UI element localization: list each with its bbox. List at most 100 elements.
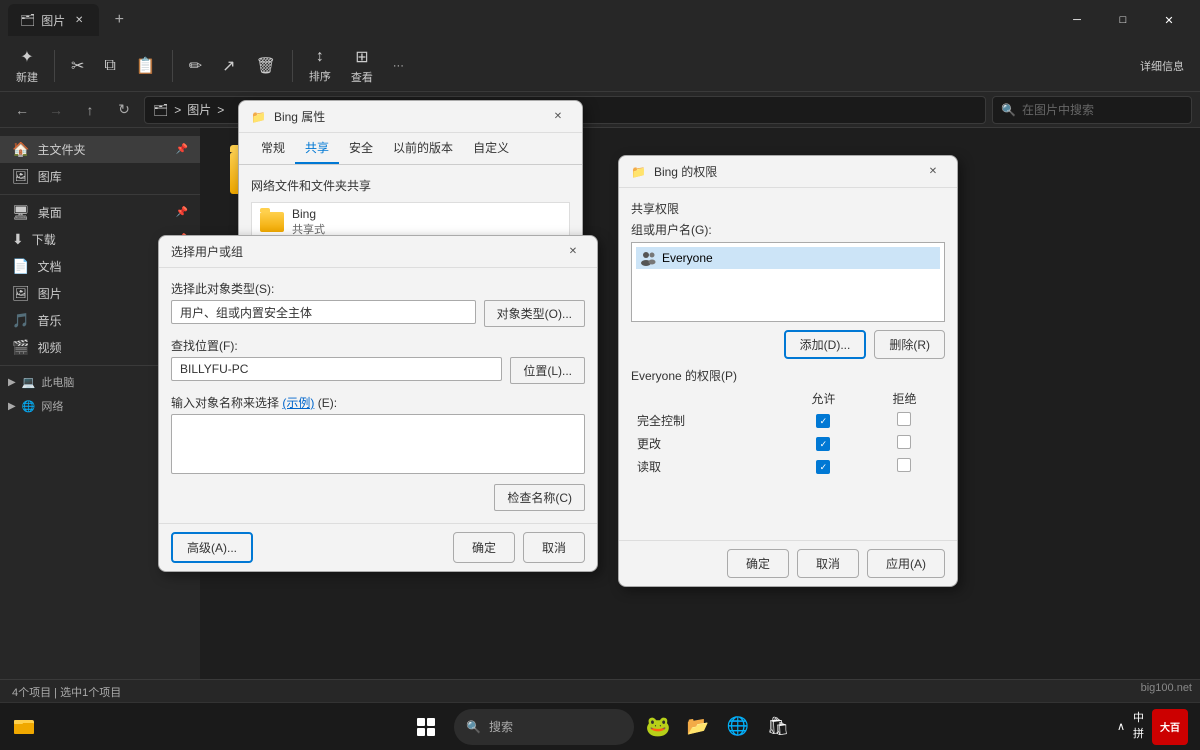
taskbar-store[interactable]: 🛍 — [762, 711, 794, 743]
home-label: 主文件夹 — [37, 141, 85, 158]
tray-chevron[interactable]: ∧ — [1117, 720, 1125, 733]
bing-permissions-dialog[interactable]: 📁 Bing 的权限 ✕ 共享权限 组或用户名(G): Everyone 添加(… — [618, 155, 958, 587]
music-icon: 🎵 — [12, 312, 29, 329]
perm-fullcontrol-deny[interactable] — [864, 409, 945, 432]
toolbar-sep-1 — [54, 50, 55, 82]
select-user-ok[interactable]: 确定 — [453, 532, 515, 563]
tab-custom[interactable]: 自定义 — [463, 133, 519, 164]
perm-folder-icon: 📁 — [631, 165, 646, 179]
add-perm-btn[interactable]: 添加(D)... — [784, 330, 867, 359]
nav-bar: ← → ↑ ↻ 🗂 > 图片 > 🔍 在图片中搜索 — [0, 92, 1200, 128]
select-user-close[interactable]: ✕ — [561, 240, 585, 264]
sidebar-item-home[interactable]: 🏠 主文件夹 📌 — [0, 136, 200, 163]
rename-btn[interactable]: ✏ — [181, 44, 210, 88]
object-input-row — [171, 414, 585, 474]
taskbar-frog[interactable]: 🐸 — [642, 711, 674, 743]
taskbar-explorer[interactable] — [8, 711, 40, 743]
watermark-text: big100.net — [1141, 682, 1192, 694]
obj-type-btn[interactable]: 对象类型(O)... — [484, 300, 585, 327]
perm-title: Bing 的权限 — [654, 163, 913, 180]
share-icon: ↗ — [222, 56, 235, 76]
taskbar-folder[interactable]: 📂 — [682, 711, 714, 743]
tray-icons: ∧ — [1117, 720, 1125, 733]
delete-btn[interactable]: 🗑 — [248, 44, 284, 88]
taskbar: 🔍 搜索 🐸 📂 🌐 🛍 ∧ 中 拼 大百 — [0, 702, 1200, 750]
taskbar-search[interactable]: 🔍 搜索 — [454, 709, 634, 745]
perm-read-allow[interactable]: ✓ — [783, 455, 864, 478]
downloads-icon: ⬇ — [12, 231, 24, 248]
perm-change-label: 更改 — [631, 432, 783, 455]
check-names-btn[interactable]: 检查名称(C) — [494, 484, 585, 511]
close-btn[interactable]: ✕ — [1146, 0, 1192, 40]
select-user-cancel[interactable]: 取消 — [523, 532, 585, 563]
search-bar-icon: 🔍 — [466, 720, 481, 734]
forward-btn[interactable]: → — [42, 96, 70, 124]
network-icon: 🌐 — [22, 400, 36, 413]
view-btn[interactable]: ⊞ 查看 — [343, 44, 381, 88]
paste-btn[interactable]: 📋 — [128, 44, 164, 88]
search-bar[interactable]: 🔍 在图片中搜索 — [992, 96, 1192, 124]
share-item-info: Bing 共享式 — [292, 207, 325, 237]
ime-indicator[interactable]: 中 — [1133, 711, 1144, 726]
tab-close-btn[interactable]: ✕ — [71, 12, 87, 28]
perm-cancel[interactable]: 取消 — [797, 549, 859, 578]
expand-icon2: ▶ — [8, 401, 16, 412]
perm-titlebar: 📁 Bing 的权限 ✕ — [619, 156, 957, 188]
sidebar-item-desktop[interactable]: 🖥 桌面 📌 — [0, 199, 200, 226]
location-input[interactable] — [171, 357, 502, 381]
bing-props-close[interactable]: ✕ — [546, 105, 570, 129]
copy-btn[interactable]: ⧉ — [96, 44, 123, 88]
minimize-btn[interactable]: ─ — [1054, 0, 1100, 40]
perm-read-label: 读取 — [631, 455, 783, 478]
new-btn[interactable]: ✦ 新建 — [8, 44, 46, 88]
back-btn[interactable]: ← — [8, 96, 36, 124]
perm-read-deny[interactable] — [864, 455, 945, 478]
taskbar-edge[interactable]: 🌐 — [722, 711, 754, 743]
object-input[interactable] — [171, 414, 585, 474]
perm-change-deny[interactable] — [864, 432, 945, 455]
tab-share[interactable]: 共享 — [295, 133, 339, 164]
detail-label: 详细信息 — [1140, 58, 1184, 74]
taskbar-left — [0, 711, 40, 743]
perm-change-allow[interactable]: ✓ — [783, 432, 864, 455]
search-bar-text: 搜索 — [489, 718, 513, 735]
pin-icon: 📌 — [176, 144, 188, 155]
up-btn[interactable]: ↑ — [76, 96, 104, 124]
perm-everyone-item[interactable]: Everyone — [636, 247, 940, 269]
share-folder-icon — [260, 212, 284, 232]
location-label: 查找位置(F): — [171, 337, 585, 354]
perm-apply[interactable]: 应用(A) — [867, 549, 945, 578]
more-btn[interactable]: ··· — [385, 44, 412, 88]
input-link[interactable]: (示例) — [282, 396, 314, 410]
location-btn[interactable]: 位置(L)... — [510, 357, 585, 384]
obj-type-input[interactable] — [171, 300, 476, 324]
sort-btn[interactable]: ↕ 排序 — [301, 44, 339, 88]
tab-previous[interactable]: 以前的版本 — [383, 133, 463, 164]
start-btn[interactable] — [406, 707, 446, 747]
everyone-label: Everyone — [662, 251, 713, 265]
detail-btn[interactable]: 详细信息 — [1132, 44, 1192, 88]
explorer-tab[interactable]: 🗂 图片 ✕ — [8, 4, 99, 36]
perm-ok[interactable]: 确定 — [727, 549, 789, 578]
new-tab-btn[interactable]: + — [103, 4, 135, 36]
tab-general[interactable]: 常规 — [251, 133, 295, 164]
advanced-btn[interactable]: 高级(A)... — [171, 532, 253, 563]
remove-perm-btn[interactable]: 删除(R) — [874, 330, 945, 359]
taskbar-center: 🔍 搜索 🐸 📂 🌐 🛍 — [406, 707, 794, 747]
select-user-dialog[interactable]: 选择用户或组 ✕ 选择此对象类型(S): 对象类型(O)... 查找位置(F):… — [158, 235, 598, 572]
refresh-btn[interactable]: ↻ — [110, 96, 138, 124]
sidebar-item-gallery[interactable]: 🖼 图库 — [0, 163, 200, 190]
tab-security[interactable]: 安全 — [339, 133, 383, 164]
music-label: 音乐 — [37, 312, 61, 329]
perm-close[interactable]: ✕ — [921, 160, 945, 184]
address-sep2: > — [217, 103, 224, 117]
share-btn[interactable]: ↗ — [214, 44, 243, 88]
perm-fullcontrol-allow[interactable]: ✓ — [783, 409, 864, 432]
copy-icon: ⧉ — [104, 57, 115, 75]
cut-btn[interactable]: ✂ — [63, 44, 92, 88]
sort-icon: ↕ — [316, 48, 324, 66]
input-indicator[interactable]: 拼 — [1133, 727, 1144, 742]
pictures-label: 图片 — [38, 285, 62, 302]
select-user-titlebar: 选择用户或组 ✕ — [159, 236, 597, 268]
maximize-btn[interactable]: □ — [1100, 0, 1146, 40]
